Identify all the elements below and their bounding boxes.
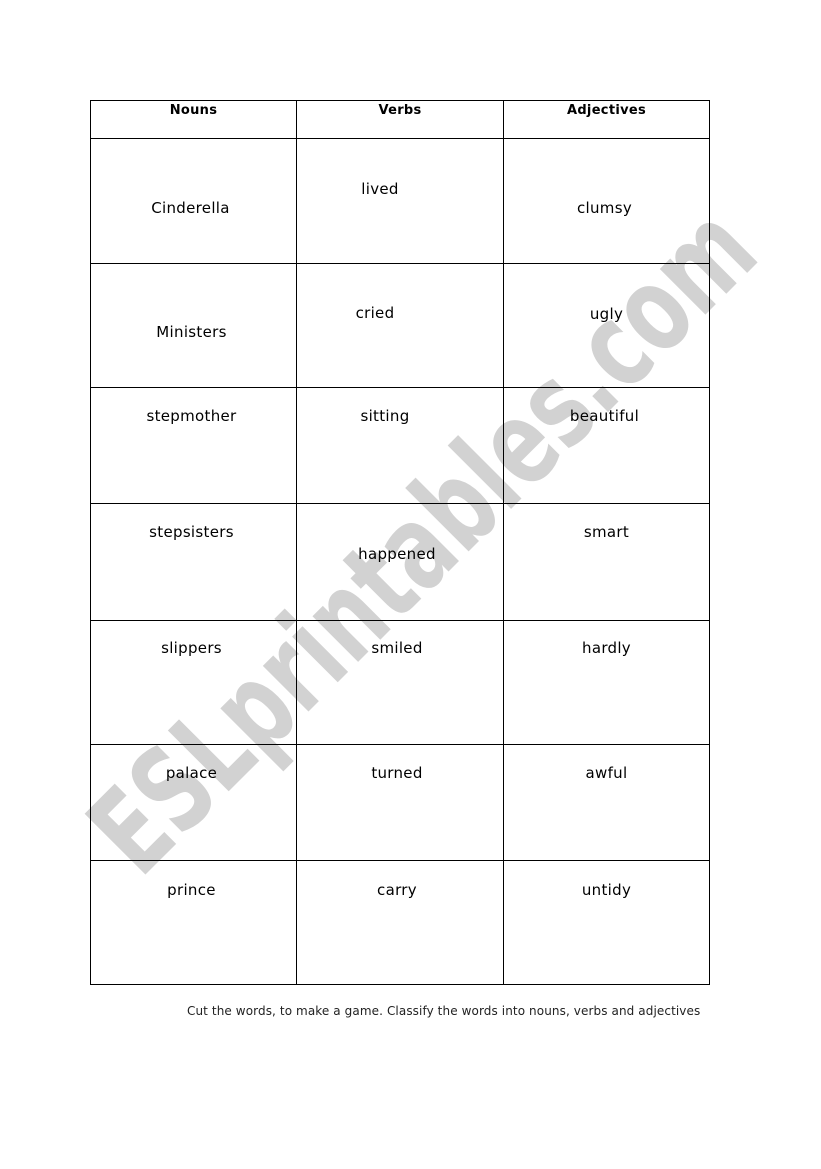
header-nouns: Nouns: [169, 103, 218, 118]
word-table: Nouns Verbs Adjectives Cinderella lived …: [90, 100, 710, 985]
word-card: awful: [504, 745, 710, 861]
word-card: smart: [504, 504, 710, 621]
table-row: Ministers cried ugly: [90, 264, 710, 388]
noun-word: stepsisters: [149, 523, 234, 541]
table-row: prince carry untidy: [90, 861, 710, 985]
table-header-row: Nouns Verbs Adjectives: [90, 100, 710, 139]
noun-word: Ministers: [156, 323, 227, 341]
adjective-word: ugly: [589, 305, 624, 323]
word-card: slippers: [91, 621, 297, 745]
verb-word: lived: [361, 180, 399, 198]
word-card: prince: [91, 861, 297, 985]
word-card: palace: [91, 745, 297, 861]
table-row: palace turned awful: [90, 745, 710, 861]
verb-word: cried: [355, 304, 395, 322]
adjective-word: untidy: [581, 881, 632, 899]
header-adjectives: Adjectives: [566, 103, 647, 118]
verb-word: happened: [358, 545, 436, 563]
word-card: carry: [297, 861, 504, 985]
header-cell-adjectives: Adjectives: [504, 100, 710, 139]
word-card: lived: [297, 139, 504, 264]
word-card: hardly: [504, 621, 710, 745]
noun-word: palace: [165, 764, 218, 782]
adjective-word: awful: [585, 764, 628, 782]
word-card: happened: [297, 504, 504, 621]
verb-word: turned: [371, 764, 423, 782]
word-card: Cinderella: [91, 139, 297, 264]
noun-word: stepmother: [146, 407, 237, 425]
table-row: slippers smiled hardly: [90, 621, 710, 745]
table-row: Cinderella lived clumsy: [90, 139, 710, 264]
adjective-word: clumsy: [576, 199, 633, 217]
word-card: cried: [297, 264, 504, 388]
header-cell-verbs: Verbs: [297, 100, 504, 139]
word-card: ugly: [504, 264, 710, 388]
word-card: turned: [297, 745, 504, 861]
word-card: clumsy: [504, 139, 710, 264]
noun-word: slippers: [161, 639, 222, 657]
noun-word: Cinderella: [151, 199, 230, 217]
adjective-word: hardly: [582, 639, 631, 657]
word-card: beautiful: [504, 388, 710, 504]
word-card: sitting: [297, 388, 504, 504]
adjective-word: smart: [583, 523, 630, 541]
word-card: untidy: [504, 861, 710, 985]
table-row: stepmother sitting beautiful: [90, 388, 710, 504]
noun-word: prince: [167, 881, 216, 899]
word-card: Ministers: [91, 264, 297, 388]
instructions-text: Cut the words, to make a game. Classify …: [187, 1004, 701, 1018]
word-card: stepmother: [91, 388, 297, 504]
table-row: stepsisters happened smart: [90, 504, 710, 621]
header-cell-nouns: Nouns: [91, 100, 297, 139]
adjective-word: beautiful: [569, 407, 640, 425]
header-verbs: Verbs: [378, 103, 422, 118]
verb-word: smiled: [371, 639, 423, 657]
word-card: stepsisters: [91, 504, 297, 621]
verb-word: sitting: [360, 407, 410, 425]
word-card: smiled: [297, 621, 504, 745]
worksheet-page: ESLprintables.com Nouns Verbs Adjectives…: [0, 0, 821, 1169]
verb-word: carry: [377, 881, 417, 899]
